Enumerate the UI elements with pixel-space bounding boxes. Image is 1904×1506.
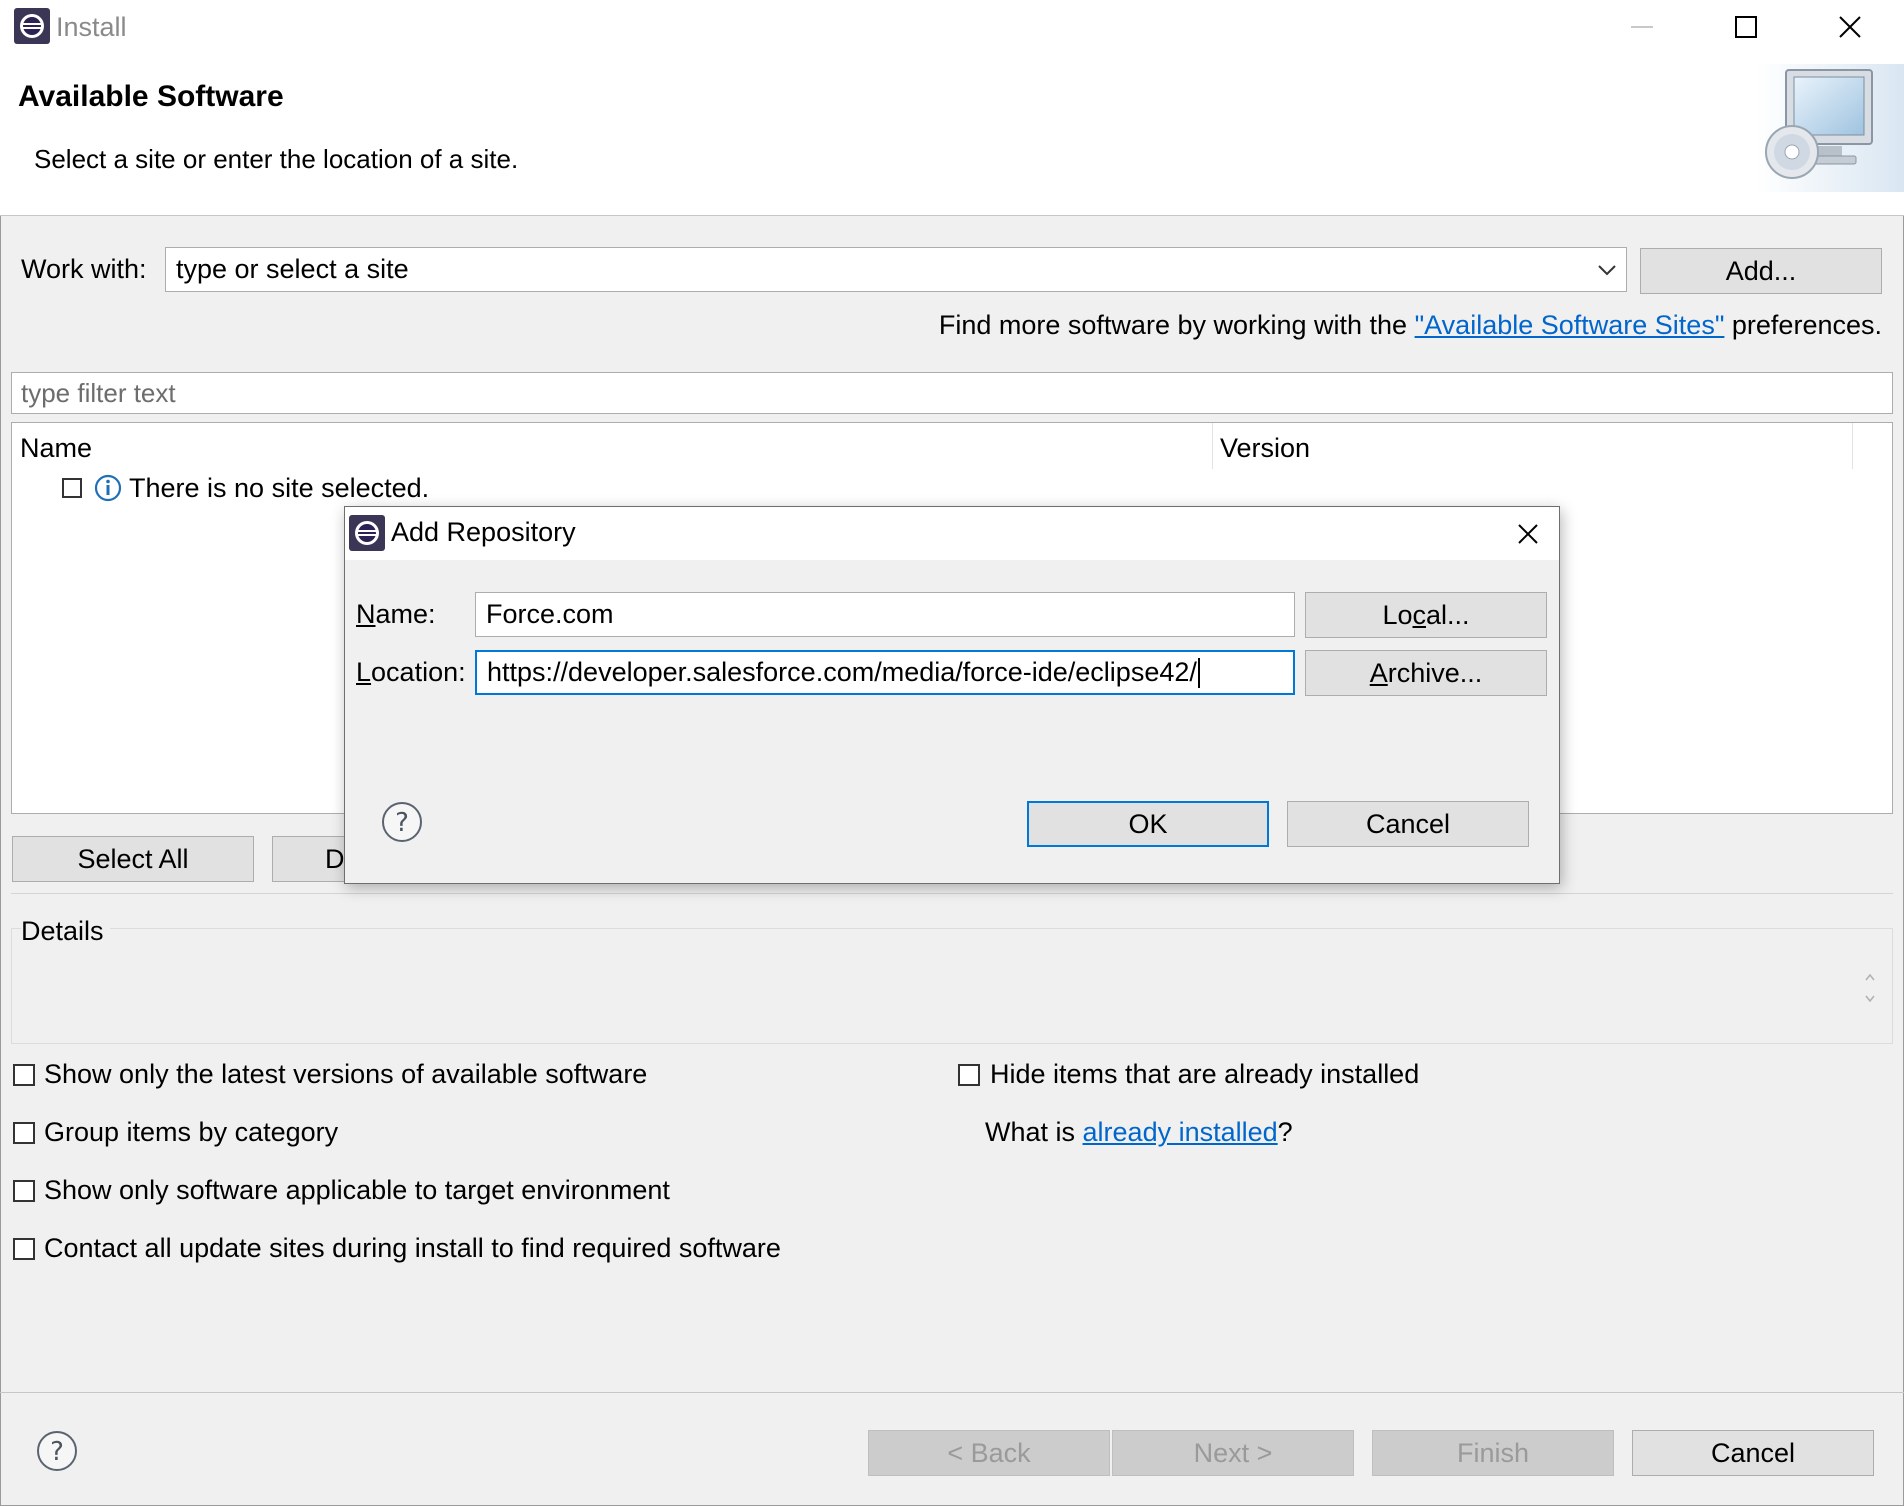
archive-button[interactable]: Archive... — [1305, 650, 1547, 696]
details-divider — [11, 893, 1893, 894]
group-by-category-label[interactable]: Group items by category — [44, 1117, 338, 1148]
filter-input[interactable]: type filter text — [11, 372, 1893, 414]
row-name: There is no site selected. — [129, 473, 430, 503]
what-is-prefix: What is — [985, 1117, 1083, 1147]
info-icon — [94, 474, 122, 502]
what-is-installed-text: What is already installed? — [985, 1117, 1293, 1148]
work-with-label: Work with: — [21, 254, 147, 284]
eclipse-icon — [14, 8, 50, 44]
add-site-button[interactable]: Add... — [1640, 248, 1882, 294]
close-icon — [1839, 16, 1861, 38]
show-latest-checkbox[interactable] — [13, 1064, 35, 1086]
eclipse-icon — [349, 515, 385, 551]
dialog-title: Add Repository — [391, 517, 576, 547]
find-more-suffix: preferences. — [1724, 310, 1882, 340]
minimize-icon — [1631, 26, 1653, 28]
hide-installed-label[interactable]: Hide items that are already installed — [990, 1059, 1419, 1090]
work-with-combo[interactable]: type or select a site — [165, 247, 1627, 292]
close-icon — [1518, 524, 1538, 544]
details-label: Details — [21, 916, 110, 947]
page-subtitle: Select a site or enter the location of a… — [34, 144, 519, 174]
already-installed-link[interactable]: already installed — [1083, 1117, 1278, 1147]
maximize-button[interactable] — [1694, 0, 1798, 54]
window-title: Install — [56, 12, 127, 42]
location-label: Location: — [356, 657, 466, 687]
dialog-help-button[interactable]: ? — [381, 801, 423, 848]
svg-text:?: ? — [50, 1437, 64, 1467]
minimize-button[interactable] — [1590, 0, 1694, 54]
ok-button[interactable]: OK — [1027, 801, 1269, 847]
column-header-version[interactable]: Version — [1220, 433, 1310, 464]
page-title: Available Software — [18, 80, 284, 113]
column-divider[interactable] — [1212, 423, 1213, 469]
work-with-combo-text: type or select a site — [176, 254, 409, 284]
target-env-label[interactable]: Show only software applicable to target … — [44, 1175, 670, 1206]
window-close-button[interactable] — [1798, 0, 1902, 54]
filter-placeholder: type filter text — [21, 378, 176, 408]
name-field-value: Force.com — [486, 599, 614, 629]
what-is-suffix: ? — [1277, 1117, 1293, 1147]
back-button[interactable]: < Back — [868, 1430, 1110, 1476]
location-field[interactable]: https://developer.salesforce.com/media/f… — [475, 650, 1295, 695]
local-button[interactable]: Lo c al... — [1305, 592, 1547, 638]
chevron-down-icon — [1598, 265, 1616, 276]
select-all-button[interactable]: Select All — [12, 836, 254, 882]
name-field[interactable]: Force.com — [475, 592, 1295, 637]
maximize-icon — [1735, 16, 1757, 38]
svg-text:?: ? — [395, 808, 409, 838]
footer-divider — [0, 1392, 1904, 1393]
contact-all-label[interactable]: Contact all update sites during install … — [44, 1233, 781, 1264]
add-repository-dialog: Add Repository Name: Force.com Lo c al... … — [344, 506, 1560, 884]
computer-cd-icon — [1756, 64, 1904, 192]
help-icon: ? — [382, 802, 422, 842]
cancel-button[interactable]: Cancel — [1632, 1430, 1874, 1476]
scroll-arrows-icon — [1865, 973, 1875, 1003]
location-field-value: https://developer.salesforce.com/media/f… — [487, 657, 1197, 687]
find-more-prefix: Find more software by working with the — [938, 310, 1415, 340]
available-software-sites-link[interactable]: "Available Software Sites" — [1415, 310, 1725, 340]
finish-button[interactable]: Finish — [1372, 1430, 1614, 1476]
target-env-checkbox[interactable] — [13, 1180, 35, 1202]
hide-installed-checkbox[interactable] — [958, 1064, 980, 1086]
table-row[interactable]: There is no site selected. — [12, 469, 1892, 509]
find-more-text: Find more software by working with the "… — [939, 310, 1882, 341]
help-icon: ? — [37, 1431, 77, 1471]
column-header-name[interactable]: Name — [20, 433, 92, 464]
details-box — [11, 928, 1893, 1044]
dialog-cancel-button[interactable]: Cancel — [1287, 801, 1529, 847]
row-checkbox[interactable] — [62, 478, 82, 498]
header-banner — [0, 56, 1904, 216]
details-scroll-arrows[interactable] — [1862, 970, 1878, 1006]
name-label: Name: — [356, 599, 436, 629]
show-latest-label[interactable]: Show only the latest versions of availab… — [44, 1059, 647, 1090]
group-by-category-checkbox[interactable] — [13, 1122, 35, 1144]
dialog-close-button[interactable] — [1507, 513, 1549, 555]
text-caret — [1197, 657, 1200, 688]
next-button[interactable]: Next > — [1112, 1430, 1354, 1476]
column-divider[interactable] — [1852, 423, 1853, 469]
contact-all-checkbox[interactable] — [13, 1238, 35, 1260]
footer-help-button[interactable]: ? — [36, 1430, 78, 1477]
